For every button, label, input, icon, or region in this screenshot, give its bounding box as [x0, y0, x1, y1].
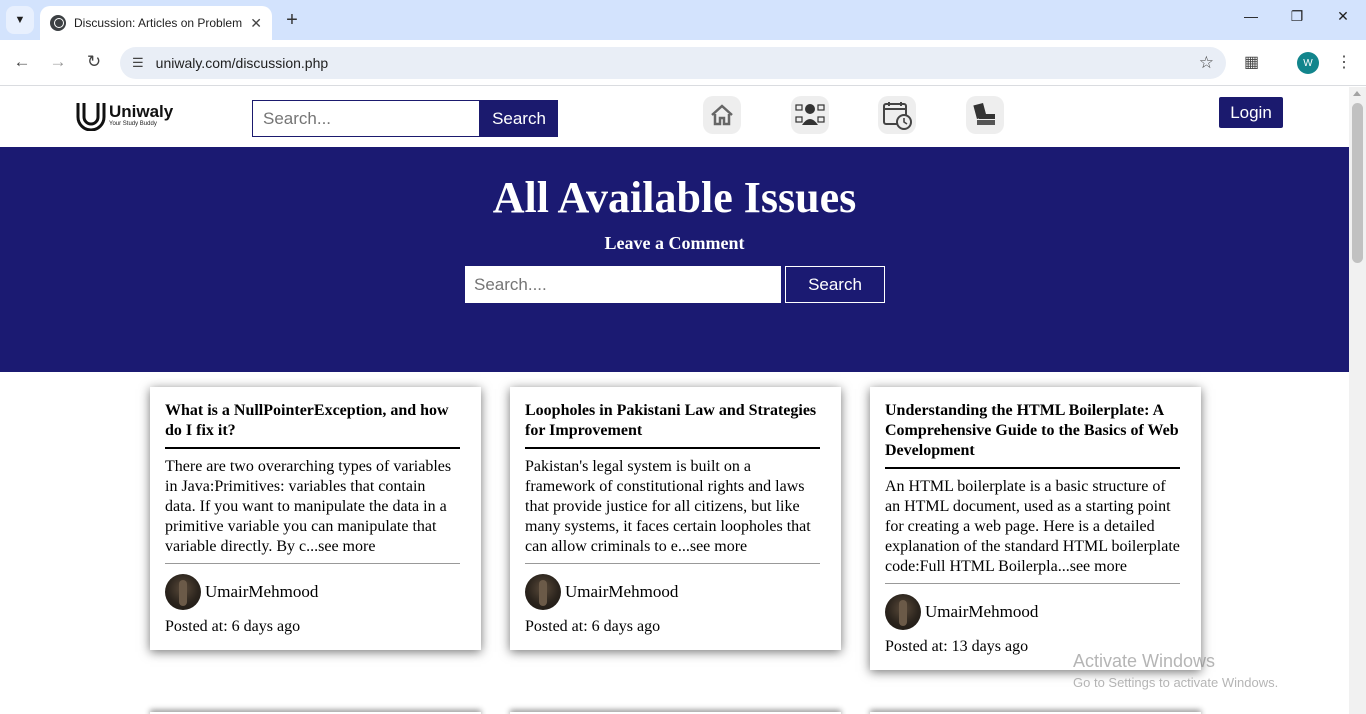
teacher-icon[interactable]	[791, 96, 829, 134]
post-author: UmairMehmood	[525, 574, 826, 610]
avatar	[165, 574, 201, 610]
windows-activation-watermark: Activate Windows Go to Settings to activ…	[1073, 651, 1278, 690]
navbar-search-input[interactable]	[252, 100, 480, 137]
post-excerpt: Pakistan's legal system is built on a fr…	[525, 457, 820, 564]
post-excerpt: There are two overarching types of varia…	[165, 457, 460, 564]
post-excerpt: An HTML boilerplate is a basic structure…	[885, 477, 1180, 584]
address-bar-row: ← → ↻ ☰ uniwaly.com/discussion.php ☆	[0, 40, 1366, 86]
post-timestamp: Posted at: 6 days ago	[165, 618, 301, 635]
scrollbar-thumb[interactable]	[1352, 103, 1363, 263]
navbar-search-button[interactable]: Search	[480, 100, 558, 137]
schedule-icon[interactable]	[878, 96, 916, 134]
hero-subtitle: Leave a Comment	[604, 233, 745, 253]
profile-avatar[interactable]: W	[1297, 52, 1319, 74]
browser-tab-bar: ▼ Discussion: Articles on Problem ✕ + — …	[0, 0, 1366, 40]
uniwaly-logo-icon	[76, 103, 106, 131]
post-card[interactable]: What is a NullPointerException, and how …	[150, 387, 481, 650]
post-author: UmairMehmood	[885, 594, 1186, 630]
post-title[interactable]: Understanding the HTML Boilerplate: A Co…	[885, 401, 1180, 469]
new-tab-button[interactable]: +	[280, 8, 304, 32]
close-window-button[interactable]: ✕	[1320, 8, 1366, 25]
omnibox[interactable]: ☰ uniwaly.com/discussion.php ☆	[120, 47, 1226, 79]
close-tab-button[interactable]: ✕	[250, 15, 262, 32]
forward-button[interactable]: →	[46, 52, 70, 72]
back-button[interactable]: ←	[10, 52, 34, 72]
home-icon[interactable]	[703, 96, 741, 134]
site-logo[interactable]: Uniwaly Your Study Buddy	[75, 99, 173, 131]
browser-menu-icon[interactable]: ⋮	[1336, 52, 1352, 72]
login-button[interactable]: Login	[1219, 97, 1283, 128]
restore-button[interactable]: ❐	[1274, 8, 1320, 25]
logo-name: Uniwaly	[109, 101, 174, 121]
scroll-up-arrow-icon[interactable]	[1353, 91, 1361, 96]
page-title: All Available Issues	[492, 173, 857, 222]
post-card[interactable]: Understanding the HTML Boilerplate: A Co…	[870, 387, 1201, 670]
post-author: UmairMehmood	[165, 574, 466, 610]
hero-search-form: Search	[465, 266, 885, 303]
page-scrollbar[interactable]	[1349, 87, 1366, 714]
books-icon[interactable]	[966, 96, 1004, 134]
author-name: UmairMehmood	[205, 582, 319, 601]
site-navbar: Uniwaly Your Study Buddy Search... Searc…	[0, 87, 1349, 147]
post-card[interactable]: Loopholes in Pakistani Law and Strategie…	[510, 387, 841, 650]
chevron-down-icon: ▼	[14, 14, 26, 26]
issue-search-button[interactable]: Search	[785, 266, 885, 303]
post-title[interactable]: Loopholes in Pakistani Law and Strategie…	[525, 401, 820, 449]
author-name: UmairMehmood	[565, 582, 679, 601]
site-info-icon[interactable]: ☰	[132, 55, 144, 71]
navbar-search-form: Search	[252, 100, 558, 137]
tab-search-button[interactable]: ▼	[6, 6, 34, 34]
url-text[interactable]: uniwaly.com/discussion.php	[156, 55, 329, 71]
tab-title: Discussion: Articles on Problem	[74, 16, 242, 30]
minimize-button[interactable]: —	[1228, 8, 1274, 24]
logo-tagline: Your Study Buddy	[109, 120, 157, 127]
avatar	[525, 574, 561, 610]
browser-tab[interactable]: Discussion: Articles on Problem ✕	[40, 6, 272, 40]
post-title[interactable]: What is a NullPointerException, and how …	[165, 401, 460, 449]
page-viewport: Uniwaly Your Study Buddy Search... Searc…	[0, 87, 1349, 714]
hero-banner: All Available Issues Leave a Comment Sea…	[0, 147, 1349, 372]
watermark-title: Activate Windows	[1073, 651, 1216, 671]
bookmark-star-icon[interactable]: ☆	[1199, 53, 1214, 73]
issue-search-input[interactable]	[465, 266, 781, 303]
avatar	[885, 594, 921, 630]
extensions-icon[interactable]: ▦	[1244, 52, 1259, 72]
author-name: UmairMehmood	[925, 602, 1039, 621]
watermark-subtitle: Go to Settings to activate Windows.	[1073, 675, 1279, 690]
globe-icon	[50, 15, 66, 31]
post-timestamp: Posted at: 6 days ago	[525, 618, 661, 635]
reload-button[interactable]: ↻	[82, 52, 106, 72]
